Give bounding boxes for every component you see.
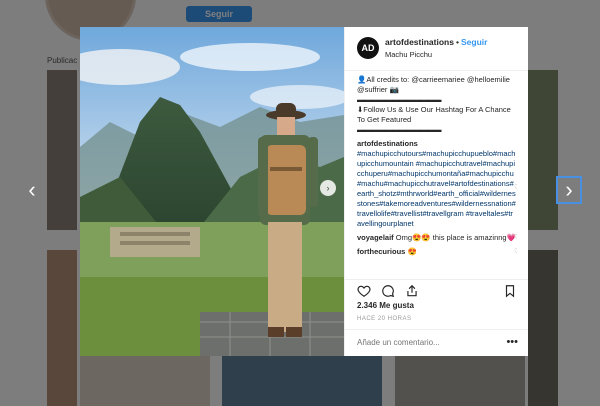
chevron-left-icon[interactable]: ‹ — [20, 176, 44, 204]
heart-icon[interactable]: ♡ — [514, 233, 517, 243]
follow-button[interactable]: Seguir — [461, 37, 487, 47]
heart-icon[interactable]: ♡ — [514, 183, 517, 193]
post-actions — [345, 279, 528, 300]
chevron-right-icon[interactable]: › — [556, 176, 582, 204]
comment-text: Omg😍😍 this place is amazinng💗 — [395, 233, 516, 242]
comment-author[interactable]: artofdestinations — [357, 139, 517, 149]
add-comment-bar: ••• — [345, 329, 528, 357]
machu-picchu-photo — [80, 27, 344, 356]
comment-author[interactable]: forthecurious — [357, 247, 405, 256]
more-options-icon[interactable]: ••• — [506, 336, 518, 348]
comment-input[interactable] — [357, 338, 497, 347]
post-sidebar: AD artofdestinations • Seguir Machu Picc… — [344, 27, 528, 356]
comment-row: voyagelaif Omg😍😍 this place is amazinng💗… — [357, 233, 517, 243]
caption: 👤All credits to: @carrieemariee @helloem… — [357, 75, 517, 135]
post-location[interactable]: Machu Picchu — [385, 50, 432, 59]
comment-text: 😍 — [407, 247, 417, 256]
comment-author[interactable]: voyagelaif — [357, 233, 394, 242]
likes-count[interactable]: 2.346 Me gusta — [357, 301, 414, 310]
comment-row: forthecurious 😍 ♡ — [357, 247, 517, 257]
separator-dot: • — [456, 37, 459, 47]
heart-icon[interactable]: ♡ — [514, 247, 517, 257]
avatar[interactable]: AD — [357, 37, 379, 59]
photo-next-icon[interactable]: › — [320, 180, 336, 196]
caption-line: 👤All credits to: @carrieemariee @helloem… — [357, 75, 510, 94]
post-username[interactable]: artofdestinations — [385, 37, 454, 47]
caption-divider: ▬▬▬▬▬▬▬▬▬▬▬▬ — [357, 95, 442, 104]
bookmark-icon[interactable] — [503, 284, 517, 298]
post-photo: › — [80, 27, 344, 356]
heart-icon[interactable] — [357, 284, 371, 298]
comment-icon[interactable] — [381, 284, 395, 298]
share-icon[interactable] — [405, 284, 419, 298]
caption-line: ⬇Follow Us & Use Our Hashtag For A Chanc… — [357, 105, 511, 124]
comments-list: 👤All credits to: @carrieemariee @helloem… — [357, 75, 517, 308]
caption-divider: ▬▬▬▬▬▬▬▬▬▬▬▬ — [357, 125, 442, 134]
post-timestamp: HACE 20 HORAS — [357, 316, 412, 322]
hashtags-text[interactable]: #machupicchutours#machupicchupueblo#mach… — [357, 149, 517, 229]
post-header: AD artofdestinations • Seguir Machu Picc… — [345, 27, 528, 71]
post-modal: › AD artofdestinations • Seguir Machu Pi… — [80, 27, 528, 356]
hashtag-comment: artofdestinations #machupicchutours#mach… — [357, 139, 517, 229]
